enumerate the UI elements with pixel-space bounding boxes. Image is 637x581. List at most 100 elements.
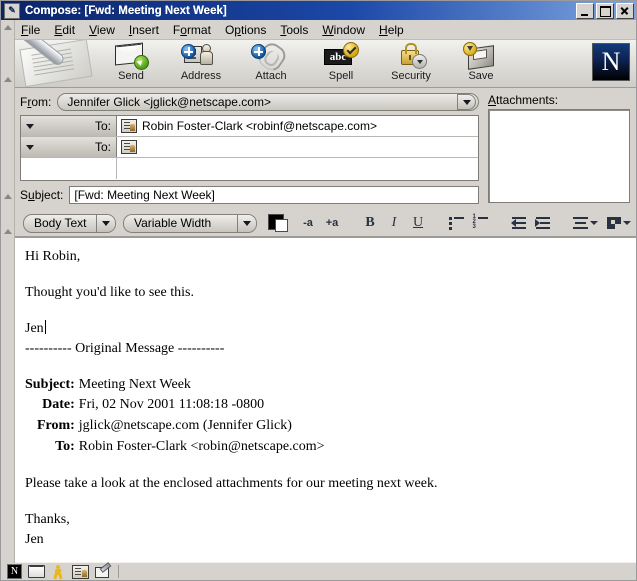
- instant-messenger-icon[interactable]: [49, 565, 68, 580]
- netscape-n-icon[interactable]: N: [5, 564, 24, 579]
- attach-button[interactable]: Attach: [236, 39, 306, 87]
- attachments-panel: Attachments:: [484, 88, 636, 210]
- menu-item-file[interactable]: File: [14, 22, 47, 38]
- outdent-button[interactable]: [506, 212, 530, 234]
- quoted-date-label: Date:: [42, 397, 75, 413]
- address-fields: From: Jennifer Glick <jglick@netscape.co…: [14, 88, 484, 210]
- increase-font-size-button[interactable]: +a: [320, 212, 344, 234]
- font-face-select[interactable]: Variable Width: [122, 213, 257, 233]
- chevron-down-icon[interactable]: [237, 214, 256, 232]
- table-row: Date: Fri, 02 Nov 2001 11:08:18 -0800: [25, 395, 325, 416]
- recipient-row[interactable]: To: Robin Foster-Clark <robinf@netscape.…: [21, 116, 478, 137]
- align-button[interactable]: [568, 212, 602, 234]
- attachments-list[interactable]: [488, 109, 630, 203]
- indent-button[interactable]: [530, 212, 554, 234]
- align-icon: [572, 217, 588, 229]
- paragraph-style-select[interactable]: Body Text: [23, 213, 116, 233]
- toolbar-grippy[interactable]: [3, 75, 12, 84]
- text-color-picker[interactable]: [268, 214, 288, 232]
- menu-item-help[interactable]: Help: [372, 22, 411, 38]
- quoted-subject-value: Meeting Next Week: [78, 376, 191, 392]
- address-card-icon: [121, 119, 137, 133]
- recipient-value-cell[interactable]: [117, 137, 478, 157]
- from-dropdown-arrow[interactable]: [457, 94, 476, 110]
- address-button[interactable]: Address: [166, 40, 236, 87]
- menu-item-insert[interactable]: Insert: [122, 22, 166, 38]
- compose-window: ✎ Compose: [Fwd: Meeting Next Week] File…: [0, 0, 637, 581]
- menu-item-view[interactable]: View: [82, 22, 122, 38]
- closing-text: Thanks,: [25, 511, 70, 527]
- compose-banner-image: [14, 40, 96, 87]
- font-face-value: Variable Width: [133, 216, 212, 230]
- recipient-value-empty[interactable]: [117, 158, 478, 179]
- bold-button[interactable]: B: [358, 212, 382, 234]
- send-button[interactable]: Send: [96, 40, 166, 87]
- subject-input[interactable]: [Fwd: Meeting Next Week]: [69, 186, 479, 204]
- chevron-down-icon[interactable]: [623, 221, 631, 225]
- spell-button-label: Spell: [328, 70, 354, 82]
- subject-row: Subject: [Fwd: Meeting Next Week]: [20, 186, 479, 204]
- close-button[interactable]: [616, 2, 634, 19]
- recipient-row[interactable]: To:: [21, 137, 478, 158]
- minimize-button[interactable]: [576, 2, 594, 19]
- table-row: To: Robin Foster-Clark <robin@netscape.c…: [25, 437, 324, 458]
- text-cursor: [44, 319, 47, 334]
- chevron-down-icon[interactable]: [589, 221, 598, 225]
- save-button-label: Save: [468, 70, 494, 82]
- padlock-icon: [391, 42, 431, 70]
- from-select[interactable]: Jennifer Glick <jglick@netscape.com>: [57, 93, 479, 111]
- security-dropdown-icon[interactable]: [412, 54, 427, 69]
- recipient-value-cell[interactable]: Robin Foster-Clark <robinf@netscape.com>: [117, 116, 478, 136]
- insert-image-icon: [607, 217, 621, 229]
- spell-button[interactable]: abc Spell: [306, 40, 376, 87]
- recipient-type-select[interactable]: To:: [21, 137, 117, 157]
- address-book-icon: [181, 42, 221, 70]
- from-label: From:: [20, 95, 52, 109]
- toolbar-grippy-strip: [1, 20, 15, 563]
- quoted-from-value: jglick@netscape.com (Jennifer Glick): [78, 418, 292, 434]
- menubar-grippy[interactable]: [3, 23, 12, 32]
- message-body-editor[interactable]: Hi Robin, Thought you'd like to see this…: [14, 237, 636, 562]
- address-card-icon: [121, 140, 137, 154]
- paragraph-style-value: Body Text: [34, 216, 87, 230]
- quoted-date-value: Fri, 02 Nov 2001 11:08:18 -0800: [78, 397, 265, 413]
- chevron-down-icon: [26, 123, 34, 129]
- recipient-type-select[interactable]: To:: [21, 116, 117, 136]
- chevron-down-icon[interactable]: [95, 214, 115, 232]
- status-bar: N: [1, 562, 636, 580]
- italic-button[interactable]: I: [382, 212, 406, 234]
- numbered-list-button[interactable]: 123: [468, 212, 492, 234]
- title-bar: ✎ Compose: [Fwd: Meeting Next Week]: [1, 1, 636, 20]
- menu-item-options[interactable]: Options: [218, 22, 273, 38]
- netscape-logo-letter: N: [601, 47, 621, 76]
- table-row: From: jglick@netscape.com (Jennifer Glic…: [25, 416, 325, 437]
- window-title: Compose: [Fwd: Meeting Next Week]: [25, 4, 227, 17]
- recipient-type-label: To:: [94, 140, 111, 154]
- subject-label: Subject:: [20, 188, 64, 202]
- menu-item-edit[interactable]: Edit: [47, 22, 82, 38]
- decrease-font-size-button[interactable]: -a: [296, 212, 320, 234]
- menu-item-tools[interactable]: Tools: [273, 22, 315, 38]
- address-book-icon[interactable]: [71, 564, 90, 579]
- spellcheck-abc-icon: abc: [321, 42, 361, 70]
- menu-item-window[interactable]: Window: [315, 22, 372, 38]
- body-line-2: Thought you'd like to see this.: [25, 284, 194, 300]
- chevron-down-icon: [26, 144, 34, 150]
- insert-object-button[interactable]: [602, 212, 636, 234]
- underline-button[interactable]: U: [406, 212, 430, 234]
- bulleted-list-button[interactable]: [444, 212, 468, 234]
- composer-icon[interactable]: [93, 562, 112, 579]
- menu-item-format[interactable]: Format: [166, 22, 218, 38]
- body-signature-line: Jen: [25, 319, 626, 339]
- formatbar-grippy[interactable]: [3, 227, 12, 236]
- recipient-type-empty[interactable]: [21, 158, 117, 179]
- header-grippy[interactable]: [3, 192, 12, 201]
- netscape-logo-icon[interactable]: N: [592, 43, 630, 81]
- save-button[interactable]: Save: [446, 40, 516, 87]
- security-button[interactable]: Security: [376, 40, 446, 87]
- menu-bar: File Edit View Insert Format Options Too…: [1, 20, 636, 40]
- maximize-button[interactable]: [596, 2, 614, 19]
- recipient-row-empty[interactable]: [21, 158, 478, 179]
- status-divider: [118, 565, 119, 578]
- mail-envelope-icon[interactable]: [27, 565, 46, 579]
